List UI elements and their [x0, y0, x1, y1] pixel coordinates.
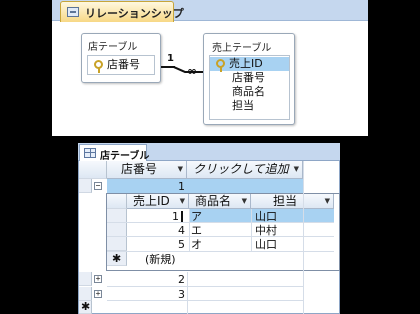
- field-item-store-number[interactable]: 店番号: [210, 71, 289, 85]
- row-divider: [107, 222, 334, 223]
- field-list-body: 店番号: [87, 55, 155, 75]
- new-row-selector[interactable]: ✱: [107, 252, 127, 266]
- table-row-selected[interactable]: [107, 179, 303, 193]
- cell-person-in-charge[interactable]: 山口: [255, 238, 277, 251]
- column-divider: [303, 161, 304, 314]
- row-divider: [107, 236, 334, 237]
- column-header-sales-id[interactable]: 売上ID ▼: [127, 194, 189, 209]
- cell-product-name[interactable]: オ: [191, 238, 202, 251]
- field-list-title: 店テーブル: [88, 42, 138, 53]
- tab-store-table[interactable]: 店テーブル: [79, 144, 150, 162]
- new-record-icon: ✱: [81, 300, 91, 313]
- row-selector[interactable]: [107, 209, 127, 223]
- field-list-title: 売上テーブル: [212, 43, 272, 54]
- dropdown-arrow-icon[interactable]: ▼: [294, 161, 299, 178]
- row-selector[interactable]: [107, 223, 127, 237]
- column-header-person-in-charge[interactable]: 担当 ▼: [251, 194, 334, 209]
- field-item-product-name[interactable]: 商品名: [210, 85, 289, 99]
- dropdown-arrow-icon[interactable]: ▼: [178, 161, 183, 178]
- relationships-icon: [67, 7, 79, 17]
- new-record-label[interactable]: (新規): [145, 253, 176, 266]
- tab-store-table-label: 店テーブル: [100, 151, 150, 162]
- row-selector[interactable]: [79, 179, 92, 193]
- select-all-corner[interactable]: [79, 161, 107, 179]
- cell-store-number[interactable]: 2: [160, 273, 187, 286]
- field-list-body: 売上ID 店番号 商品名 担当: [209, 55, 290, 120]
- column-header-click-to-add[interactable]: クリックして追加 ▼: [187, 161, 303, 179]
- cell-sales-id[interactable]: 5: [127, 238, 185, 251]
- tab-relationships[interactable]: リレーションシップ: [60, 1, 184, 22]
- field-item-sales-id[interactable]: 売上ID: [210, 57, 289, 72]
- text-cursor: [181, 211, 183, 222]
- field-item-store-number[interactable]: 店番号: [88, 58, 154, 73]
- cell-store-number[interactable]: 1: [160, 180, 187, 193]
- column-header-product-name[interactable]: 商品名 ▼: [189, 194, 251, 209]
- field-list-store-table[interactable]: 店テーブル 店番号: [81, 33, 161, 83]
- expand-icon[interactable]: +: [94, 290, 102, 298]
- tab-relationships-label: リレーションシップ: [85, 7, 184, 20]
- row-divider: [107, 300, 303, 301]
- row-divider: [107, 286, 303, 287]
- column-divider: [189, 209, 190, 252]
- dropdown-arrow-icon[interactable]: ▼: [242, 194, 247, 209]
- expand-icon[interactable]: +: [94, 275, 102, 283]
- new-row-selector[interactable]: ✱: [79, 300, 92, 314]
- primary-key-icon: [94, 60, 103, 73]
- column-header-store-number[interactable]: 店番号 ▼: [107, 161, 187, 179]
- relationship-many-label: ∞: [187, 64, 197, 78]
- dropdown-arrow-icon[interactable]: ▼: [325, 194, 330, 209]
- table-icon: [84, 148, 96, 158]
- row-selector[interactable]: [79, 287, 92, 301]
- relationship-one-label: 1: [167, 53, 174, 64]
- collapse-icon[interactable]: −: [94, 182, 102, 190]
- subdatasheet-select-all[interactable]: [107, 194, 127, 209]
- row-divider: [107, 251, 334, 252]
- field-list-sales-table[interactable]: 売上テーブル 売上ID 店番号 商品名 担当: [203, 33, 295, 125]
- primary-key-icon: [216, 59, 225, 72]
- row-selector[interactable]: [79, 272, 92, 286]
- field-item-person-in-charge[interactable]: 担当: [210, 99, 289, 113]
- row-selector[interactable]: [107, 237, 127, 251]
- column-divider: [187, 272, 188, 314]
- dropdown-arrow-icon[interactable]: ▼: [180, 194, 185, 209]
- new-record-icon: ✱: [112, 252, 122, 265]
- column-divider: [251, 209, 252, 252]
